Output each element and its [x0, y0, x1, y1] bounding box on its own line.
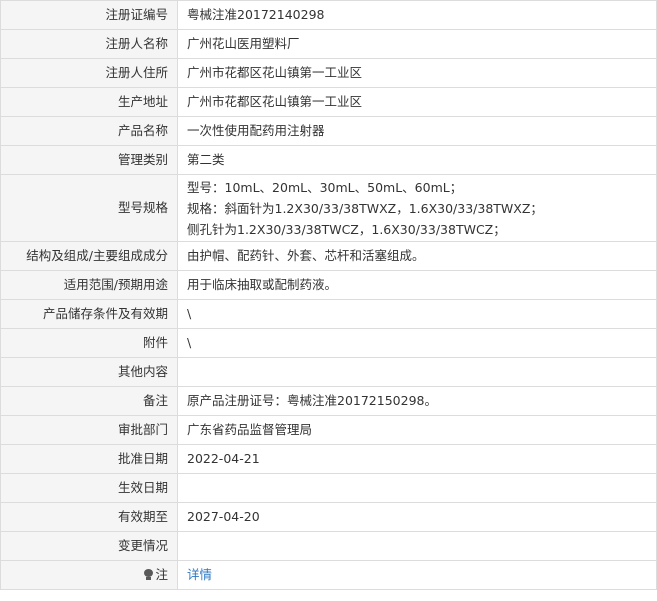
model-spec-line-1: 型号：10mL、20mL、30mL、50mL、60mL； [187, 179, 463, 195]
label-other-content: 其他内容 [0, 357, 178, 387]
note-label-text: 注 [155, 567, 168, 582]
value-approval-department: 广东省药品监督管理局 [177, 415, 657, 445]
label-registrant-name: 注册人名称 [0, 29, 178, 59]
label-valid-until: 有效期至 [0, 502, 178, 532]
row-management-category: 管理类别 第二类 [0, 145, 657, 175]
value-product-name: 一次性使用配药用注射器 [177, 116, 657, 146]
label-approval-date: 批准日期 [0, 444, 178, 474]
value-approval-date: 2022-04-21 [177, 444, 657, 474]
value-management-category: 第二类 [177, 145, 657, 175]
row-structure: 结构及组成/主要组成成分 由护帽、配药针、外套、芯杆和活塞组成。 [0, 241, 657, 271]
label-remarks: 备注 [0, 386, 178, 416]
row-approval-department: 审批部门 广东省药品监督管理局 [0, 415, 657, 445]
value-attachments: \ [177, 328, 657, 358]
value-change-status [177, 531, 657, 561]
label-storage-validity: 产品储存条件及有效期 [0, 299, 178, 329]
label-note: 注 [0, 560, 178, 590]
value-production-address: 广州市花都区花山镇第一工业区 [177, 87, 657, 117]
row-storage-validity: 产品储存条件及有效期 \ [0, 299, 657, 329]
row-note: 注 详情 [0, 560, 657, 590]
value-registrant-address: 广州市花都区花山镇第一工业区 [177, 58, 657, 88]
row-product-name: 产品名称 一次性使用配药用注射器 [0, 116, 657, 146]
label-management-category: 管理类别 [0, 145, 178, 175]
label-intended-use: 适用范围/预期用途 [0, 270, 178, 300]
value-registration-number: 粤械注准20172140298 [177, 0, 657, 30]
label-model-spec: 型号规格 [0, 174, 178, 242]
label-production-address: 生产地址 [0, 87, 178, 117]
model-spec-line-3: 侧孔针为1.2X30/33/38TWCZ，1.6X30/33/38TWCZ； [187, 221, 506, 237]
row-registrant-name: 注册人名称 广州花山医用塑料厂 [0, 29, 657, 59]
value-remarks: 原产品注册证号：粤械注准20172150298。 [177, 386, 657, 416]
label-structure: 结构及组成/主要组成成分 [0, 241, 178, 271]
model-spec-line-2: 规格：斜面针为1.2X30/33/38TWXZ，1.6X30/33/38TWXZ… [187, 200, 543, 216]
value-effective-date [177, 473, 657, 503]
label-effective-date: 生效日期 [0, 473, 178, 503]
label-change-status: 变更情况 [0, 531, 178, 561]
value-storage-validity: \ [177, 299, 657, 329]
value-model-spec: 型号：10mL、20mL、30mL、50mL、60mL； 规格：斜面针为1.2X… [177, 174, 657, 242]
row-other-content: 其他内容 [0, 357, 657, 387]
row-intended-use: 适用范围/预期用途 用于临床抽取或配制药液。 [0, 270, 657, 300]
registration-detail-table: 注册证编号 粤械注准20172140298 注册人名称 广州花山医用塑料厂 注册… [0, 0, 657, 590]
value-registrant-name: 广州花山医用塑料厂 [177, 29, 657, 59]
value-structure: 由护帽、配药针、外套、芯杆和活塞组成。 [177, 241, 657, 271]
label-approval-department: 审批部门 [0, 415, 178, 445]
row-registration-number: 注册证编号 粤械注准20172140298 [0, 0, 657, 30]
value-other-content [177, 357, 657, 387]
label-product-name: 产品名称 [0, 116, 178, 146]
value-note: 详情 [177, 560, 657, 590]
row-registrant-address: 注册人住所 广州市花都区花山镇第一工业区 [0, 58, 657, 88]
row-production-address: 生产地址 广州市花都区花山镇第一工业区 [0, 87, 657, 117]
value-intended-use: 用于临床抽取或配制药液。 [177, 270, 657, 300]
row-valid-until: 有效期至 2027-04-20 [0, 502, 657, 532]
label-registration-number: 注册证编号 [0, 0, 178, 30]
lightbulb-icon [144, 569, 154, 580]
row-attachments: 附件 \ [0, 328, 657, 358]
row-effective-date: 生效日期 [0, 473, 657, 503]
row-change-status: 变更情况 [0, 531, 657, 561]
row-model-spec: 型号规格 型号：10mL、20mL、30mL、50mL、60mL； 规格：斜面针… [0, 174, 657, 242]
details-link[interactable]: 详情 [187, 567, 212, 582]
row-remarks: 备注 原产品注册证号：粤械注准20172150298。 [0, 386, 657, 416]
label-attachments: 附件 [0, 328, 178, 358]
label-registrant-address: 注册人住所 [0, 58, 178, 88]
row-approval-date: 批准日期 2022-04-21 [0, 444, 657, 474]
value-valid-until: 2027-04-20 [177, 502, 657, 532]
